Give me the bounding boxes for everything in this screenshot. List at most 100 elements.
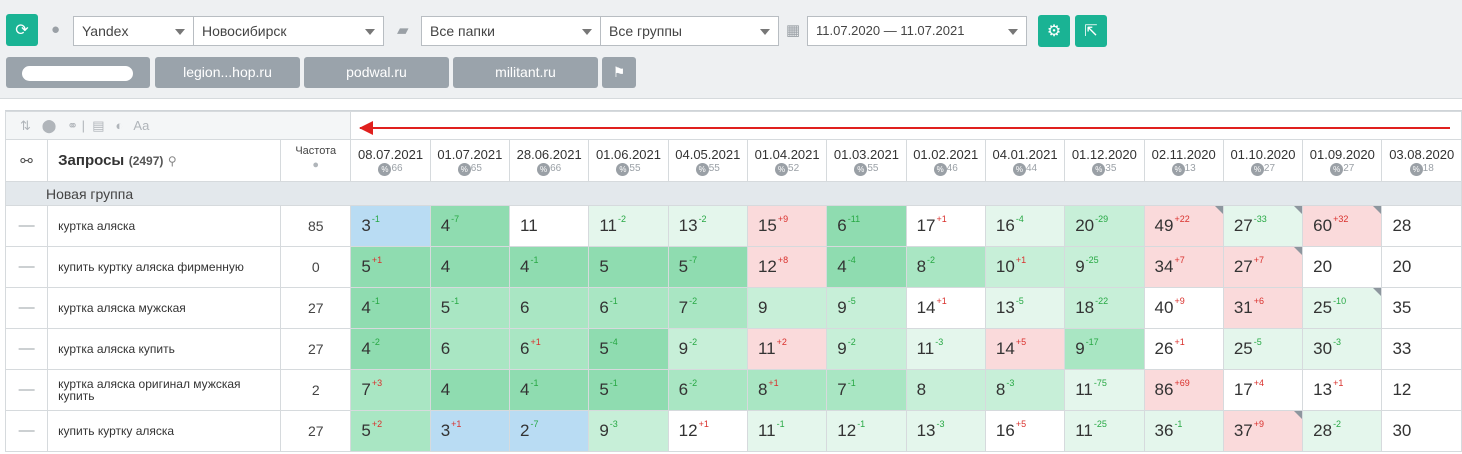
settings-button[interactable]: ⚙ [1038, 15, 1070, 47]
row-collapse-button[interactable]: — [4, 369, 49, 411]
position-cell[interactable]: 60+32 [1302, 205, 1383, 247]
position-cell[interactable]: 37+9 [1222, 410, 1304, 452]
date-column-header[interactable]: 02.11.2020% 13 [1143, 139, 1224, 182]
link-icon[interactable]: ⚭ [67, 118, 78, 133]
date-column-header[interactable]: 04.01.2021% 44 [984, 139, 1066, 182]
position-cell[interactable]: 9-17 [1064, 328, 1145, 370]
position-cell[interactable]: 7-1 [826, 369, 907, 411]
position-cell[interactable]: 15+9 [746, 205, 828, 247]
toggle-icon[interactable]: ⬤ [42, 118, 57, 133]
folders-select[interactable]: Все папки [421, 16, 601, 46]
position-cell[interactable]: 5+1 [350, 246, 431, 288]
position-cell[interactable]: 9 [746, 287, 828, 329]
position-cell[interactable]: 7-2 [667, 287, 748, 329]
position-cell[interactable]: 18-22 [1064, 287, 1145, 329]
tab-legion[interactable]: legion...hop.ru [155, 57, 300, 88]
position-cell[interactable]: 6-2 [667, 369, 748, 411]
position-cell[interactable]: 12 [1381, 369, 1462, 411]
position-cell[interactable]: 6 [509, 287, 590, 329]
position-cell[interactable]: 3-1 [350, 205, 431, 247]
row-collapse-button[interactable]: — [4, 287, 49, 329]
position-cell[interactable]: 5-7 [667, 246, 748, 288]
position-cell[interactable]: 12+8 [746, 246, 828, 288]
position-cell[interactable]: 8+1 [746, 369, 828, 411]
position-cell[interactable]: 11-1 [746, 410, 828, 452]
link-icon[interactable]: ⚯ [4, 139, 49, 182]
position-cell[interactable]: 5-1 [588, 369, 669, 411]
position-cell[interactable]: 9-2 [667, 328, 748, 370]
refresh-button[interactable]: ⟳ [6, 14, 38, 46]
position-cell[interactable]: 30 [1381, 410, 1462, 452]
tab-militant[interactable]: militant.ru [453, 57, 598, 88]
position-cell[interactable]: 11+2 [746, 328, 828, 370]
position-cell[interactable]: 16-4 [984, 205, 1066, 247]
row-collapse-button[interactable]: — [4, 328, 49, 370]
position-cell[interactable]: 5 [588, 246, 669, 288]
sort-icon[interactable]: ⇅ [20, 118, 31, 133]
position-cell[interactable]: 34+7 [1143, 246, 1224, 288]
position-cell[interactable]: 4-2 [350, 328, 431, 370]
position-cell[interactable]: 5-4 [588, 328, 669, 370]
position-cell[interactable]: 25-10 [1302, 287, 1383, 329]
position-cell[interactable]: 28-2 [1302, 410, 1383, 452]
row-collapse-button[interactable]: — [4, 246, 49, 288]
position-cell[interactable]: 9-3 [588, 410, 669, 452]
position-cell[interactable]: 6-1 [588, 287, 669, 329]
position-cell[interactable]: 6 [429, 328, 511, 370]
position-cell[interactable]: 13-3 [905, 410, 986, 452]
position-cell[interactable]: 49+22 [1143, 205, 1224, 247]
position-cell[interactable]: 27+7 [1222, 246, 1304, 288]
date-column-header[interactable]: 01.03.2021% 55 [826, 139, 907, 182]
position-cell[interactable]: 2-7 [509, 410, 590, 452]
position-cell[interactable]: 9-5 [826, 287, 907, 329]
date-column-header[interactable]: 01.10.2020% 27 [1222, 139, 1304, 182]
position-cell[interactable]: 31+6 [1222, 287, 1304, 329]
date-column-header[interactable]: 04.05.2021% 55 [667, 139, 748, 182]
search-icon[interactable]: ⚲ [168, 154, 177, 168]
position-cell[interactable]: 12-1 [826, 410, 907, 452]
position-cell[interactable]: 13-5 [984, 287, 1066, 329]
date-column-header[interactable]: 01.04.2021% 52 [746, 139, 828, 182]
query-text[interactable]: купить куртку аляска [47, 410, 282, 452]
position-cell[interactable]: 12+1 [667, 410, 748, 452]
position-cell[interactable]: 11-75 [1064, 369, 1145, 411]
position-cell[interactable]: 16+5 [984, 410, 1066, 452]
position-cell[interactable]: 4-1 [509, 369, 590, 411]
query-text[interactable]: куртка аляска мужская [47, 287, 282, 329]
position-cell[interactable]: 13-2 [667, 205, 748, 247]
position-cell[interactable]: 28 [1381, 205, 1462, 247]
position-cell[interactable]: 11-2 [588, 205, 669, 247]
position-cell[interactable]: 14+1 [905, 287, 986, 329]
doc-icon[interactable]: ▤ [92, 118, 104, 133]
groups-select[interactable]: Все группы [600, 16, 779, 46]
date-column-header[interactable]: 03.08.2020% 18 [1381, 139, 1462, 182]
position-cell[interactable]: 6-11 [826, 205, 907, 247]
position-cell[interactable]: 4-1 [350, 287, 431, 329]
position-cell[interactable]: 17+1 [905, 205, 986, 247]
position-cell[interactable]: 14+5 [984, 328, 1066, 370]
date-column-header[interactable]: 08.07.2021% 66 [350, 139, 431, 182]
date-range-select[interactable]: 11.07.2020 — 11.07.2021 [807, 16, 1027, 46]
position-cell[interactable]: 27-33 [1222, 205, 1304, 247]
font-icon[interactable]: Aa [133, 118, 149, 133]
position-cell[interactable]: 6+1 [509, 328, 590, 370]
position-cell[interactable]: 13+1 [1302, 369, 1383, 411]
freq-header[interactable]: Частота ● [280, 139, 352, 182]
position-cell[interactable]: 20 [1302, 246, 1383, 288]
position-cell[interactable]: 9-25 [1064, 246, 1145, 288]
position-cell[interactable]: 35 [1381, 287, 1462, 329]
position-cell[interactable]: 4 [429, 246, 511, 288]
position-cell[interactable]: 7+3 [350, 369, 431, 411]
engine-select[interactable]: Yandex [73, 16, 194, 46]
query-text[interactable]: куртка аляска оригинал мужская купить [47, 369, 282, 411]
tab-flag[interactable]: ⚑ [602, 57, 636, 88]
position-cell[interactable]: 30-3 [1302, 328, 1383, 370]
position-cell[interactable]: 11-25 [1064, 410, 1145, 452]
contrast-icon[interactable]: ◐ [115, 118, 123, 133]
query-text[interactable]: куртка аляска [47, 205, 282, 247]
date-column-header[interactable]: 01.09.2020% 27 [1302, 139, 1383, 182]
date-column-header[interactable]: 01.02.2021% 46 [905, 139, 986, 182]
date-column-header[interactable]: 01.07.2021% 65 [429, 139, 511, 182]
position-cell[interactable]: 26+1 [1143, 328, 1224, 370]
tab-podwal[interactable]: podwal.ru [304, 57, 449, 88]
